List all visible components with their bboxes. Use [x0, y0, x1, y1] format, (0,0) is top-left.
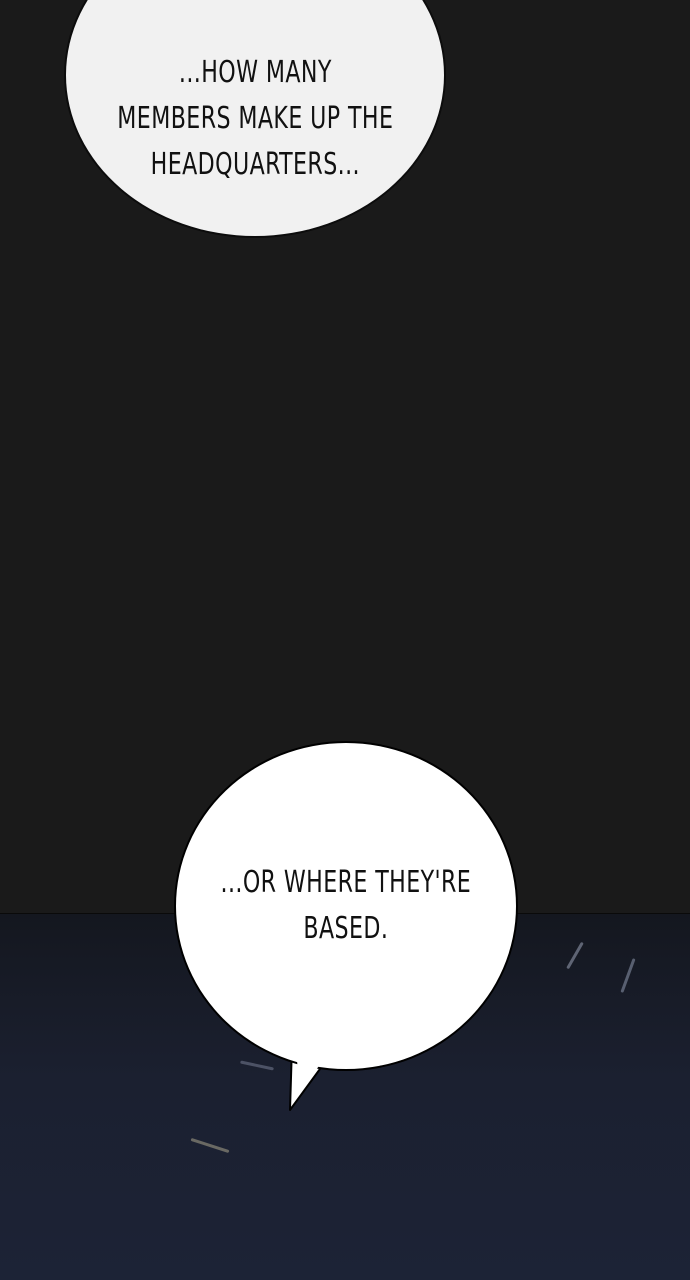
- comic-page: ...HOW MANY MEMBERS MAKE UP THE HEADQUAR…: [0, 0, 690, 1280]
- speech-bubble-tail-cover: [296, 1050, 324, 1092]
